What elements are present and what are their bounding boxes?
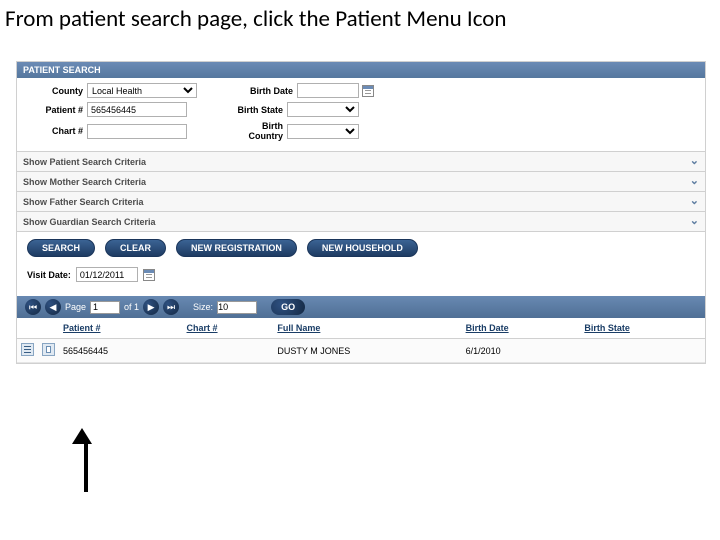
birth-state-label: Birth State — [227, 105, 287, 115]
cell-patient-no: 565456445 — [59, 339, 183, 363]
page-label: Page — [65, 302, 86, 312]
cell-full-name: DUSTY M JONES — [273, 339, 461, 363]
patient-no-input[interactable] — [87, 102, 187, 117]
col-icon-2 — [38, 318, 59, 339]
chevron-down-icon: ⌄ — [690, 176, 699, 187]
birth-date-input[interactable] — [297, 83, 359, 98]
chevron-down-icon: ⌄ — [690, 196, 699, 207]
arrow-annotation — [80, 428, 92, 492]
prev-page-button[interactable]: ◀ — [45, 299, 61, 315]
go-button[interactable]: GO — [271, 299, 305, 315]
birth-state-select[interactable] — [287, 102, 359, 117]
cell-birth-state — [580, 339, 705, 363]
visit-date-row: Visit Date: — [17, 261, 705, 290]
accordion-header[interactable]: Show Guardian Search Criteria ⌄ — [17, 212, 705, 232]
title-bar: PATIENT SEARCH — [17, 62, 705, 78]
patient-menu-icon[interactable] — [21, 343, 34, 356]
accordion-header[interactable]: Show Father Search Criteria ⌄ — [17, 192, 705, 212]
birth-country-label: Birth Country — [227, 121, 287, 141]
calendar-icon[interactable] — [143, 269, 155, 281]
col-chart-no[interactable]: Chart # — [183, 318, 274, 339]
col-full-name[interactable]: Full Name — [273, 318, 461, 339]
accordion-label: Show Patient Search Criteria — [23, 157, 146, 167]
search-button[interactable]: SEARCH — [27, 239, 95, 257]
cell-birth-date: 6/1/2010 — [462, 339, 581, 363]
birth-date-label: Birth Date — [237, 86, 297, 96]
app-frame: PATIENT SEARCH County Local Health Birth… — [16, 61, 706, 364]
patient-doc-icon[interactable] — [42, 343, 55, 356]
patient-no-label: Patient # — [25, 105, 87, 115]
instruction-caption: From patient search page, click the Pati… — [0, 0, 720, 53]
col-birth-date[interactable]: Birth Date — [462, 318, 581, 339]
col-icon-1 — [17, 318, 38, 339]
clear-button[interactable]: CLEAR — [105, 239, 166, 257]
county-select[interactable]: Local Health — [87, 83, 197, 98]
next-page-button[interactable]: ▶ — [143, 299, 159, 315]
accordion-label: Show Guardian Search Criteria — [23, 217, 156, 227]
cell-chart-no — [183, 339, 274, 363]
results-table: Patient # Chart # Full Name Birth Date B… — [17, 318, 705, 363]
birth-country-select[interactable] — [287, 124, 359, 139]
accordion-label: Show Mother Search Criteria — [23, 177, 146, 187]
visit-date-input[interactable] — [76, 267, 138, 282]
col-birth-state[interactable]: Birth State — [580, 318, 705, 339]
page-of-label: of 1 — [124, 302, 139, 312]
col-patient-no[interactable]: Patient # — [59, 318, 183, 339]
page-size-input[interactable] — [217, 301, 257, 314]
table-row: 565456445 DUSTY M JONES6/1/2010 — [17, 339, 705, 363]
first-page-button[interactable]: ⏮ — [25, 299, 41, 315]
pager-bar: ⏮ ◀ Page of 1 ▶ ⏭ Size: GO — [17, 296, 705, 318]
chevron-down-icon: ⌄ — [690, 216, 699, 227]
accordion-header[interactable]: Show Mother Search Criteria ⌄ — [17, 172, 705, 192]
chevron-down-icon: ⌄ — [690, 156, 699, 167]
accordion-label: Show Father Search Criteria — [23, 197, 144, 207]
chart-no-input[interactable] — [87, 124, 187, 139]
action-row: SEARCH CLEAR NEW REGISTRATION NEW HOUSEH… — [17, 232, 705, 261]
visit-date-label: Visit Date: — [27, 270, 71, 280]
calendar-icon[interactable] — [362, 85, 374, 97]
last-page-button[interactable]: ⏭ — [163, 299, 179, 315]
search-form: County Local Health Birth Date Patient #… — [17, 78, 705, 151]
new-registration-button[interactable]: NEW REGISTRATION — [176, 239, 297, 257]
accordion-group: Show Patient Search Criteria⌄Show Mother… — [17, 151, 705, 232]
accordion-header[interactable]: Show Patient Search Criteria ⌄ — [17, 152, 705, 172]
page-number-input[interactable] — [90, 301, 120, 314]
county-label: County — [25, 86, 87, 96]
page-size-label: Size: — [193, 302, 213, 312]
chart-no-label: Chart # — [25, 126, 87, 136]
new-household-button[interactable]: NEW HOUSEHOLD — [307, 239, 418, 257]
